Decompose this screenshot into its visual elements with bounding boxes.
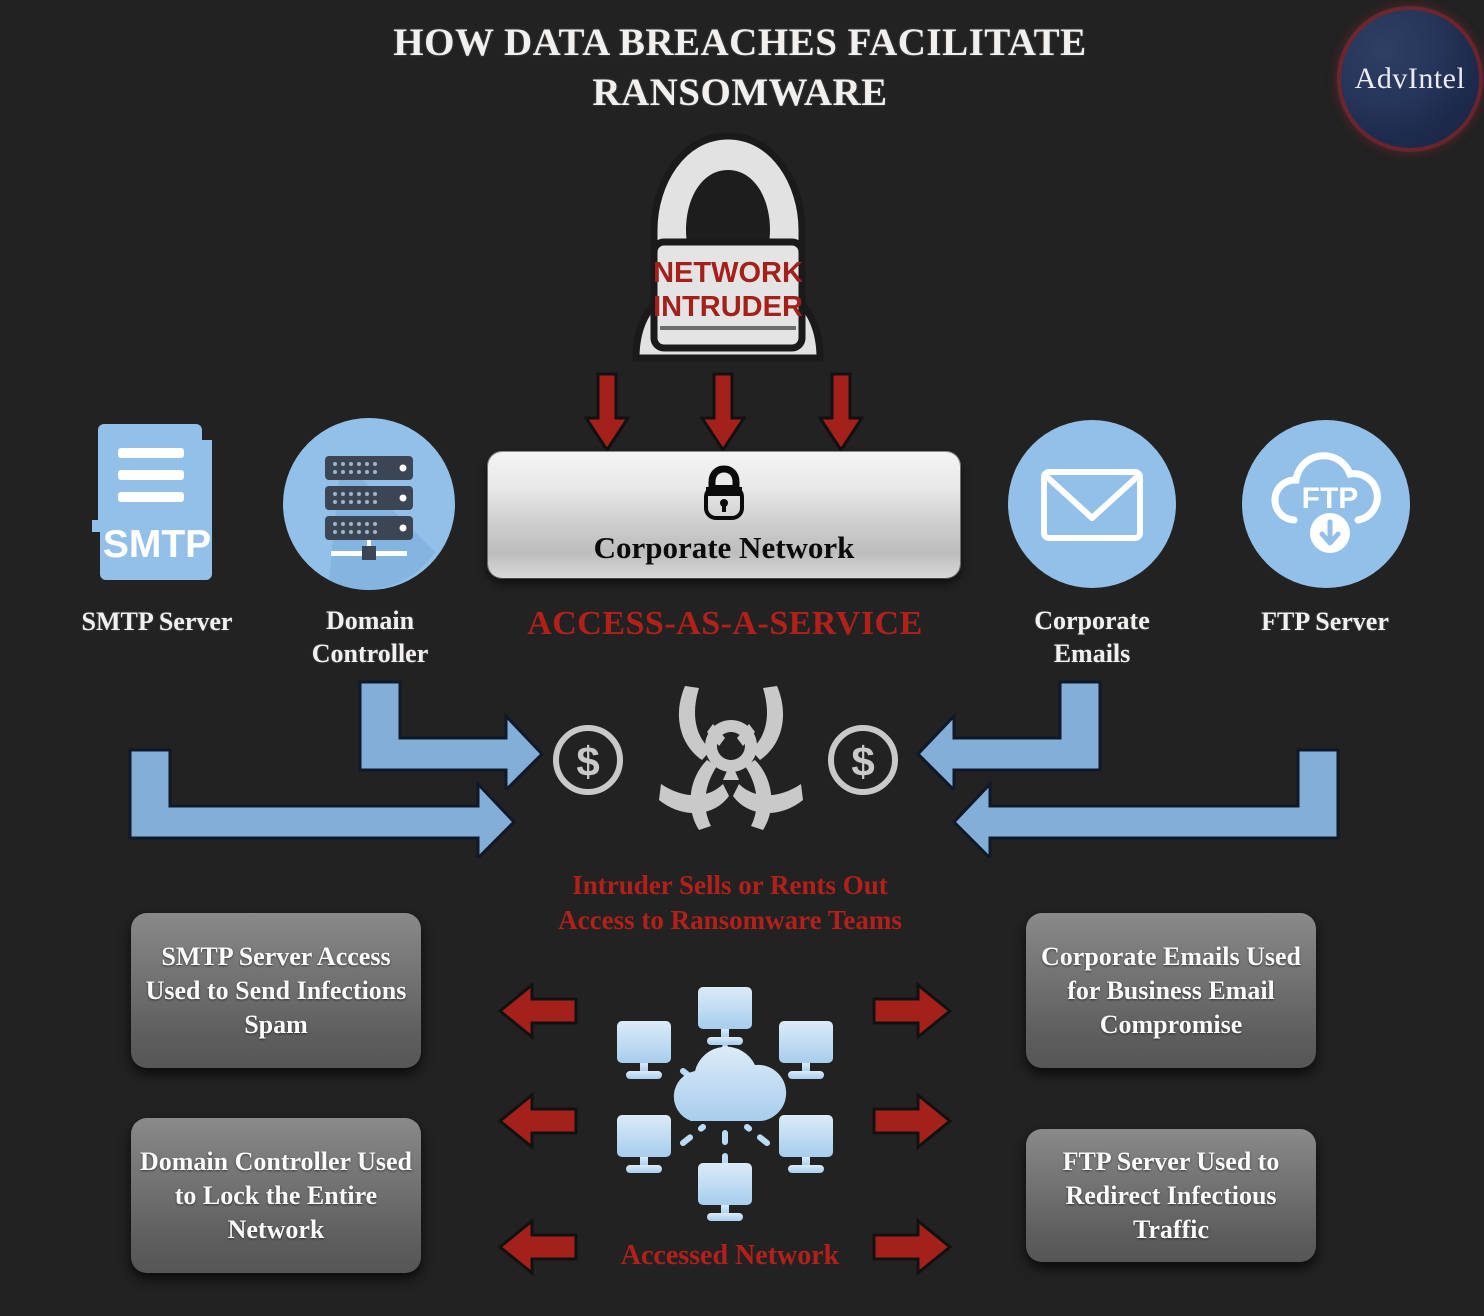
marketplace-caption-line2: Access to Ransomware Teams [558,905,902,935]
flow-arrow-smtp-server [128,748,517,863]
outcome-box-corporate-emails[interactable]: Corporate Emails Used for Business Email… [1026,913,1316,1068]
svg-text:SMTP: SMTP [103,523,211,566]
dollar-coin-left-icon: $ [551,723,625,797]
ftp-server-label: FTP Server [1261,607,1389,636]
outcome-box-smtp-text: SMTP Server Access Used to Send Infectio… [145,941,407,1039]
biohazard-icon [655,680,807,832]
network-intruder-icon: NETWORK INTRUDER [620,126,836,364]
outcome-box-corporate-emails-text: Corporate Emails Used for Business Email… [1041,941,1301,1039]
marketplace-caption-line1: Intruder Sells or Rents Out [572,870,888,900]
smtp-server-label: SMTP Server [81,607,233,636]
outcome-arrow-left-top-icon [497,981,578,1041]
svg-text:FTP: FTP [1302,482,1359,515]
corporate-network-box[interactable]: Corporate Network [488,452,960,578]
server-rack-icon [283,418,455,590]
advintel-logo-text: AdvIntel [1354,62,1466,95]
domain-controller-label: Domain Controller [270,604,470,670]
arrow-down-left-icon [583,372,631,457]
corporate-network-label: Corporate Network [593,529,855,565]
page-title-line1: HOW DATA BREACHES FACILITATE [393,21,1087,64]
infographic-canvas: HOW DATA BREACHES FACILITATE RANSOMWARE … [0,0,1484,1316]
access-as-a-service-label: ACCESS-AS-A-SERVICE [527,605,923,642]
corporate-emails-label-line1: Corporate [1034,606,1150,635]
corporate-emails-label: Corporate Emails [990,604,1194,670]
domain-controller-label-line1: Domain [325,606,415,635]
advintel-logo: AdvIntel [1337,6,1483,152]
outcome-box-domain-controller[interactable]: Domain Controller Used to Lock the Entir… [131,1118,421,1273]
dollar-coin-right-icon: $ [826,723,900,797]
cloud-network-icon [595,975,855,1230]
intruder-label-line2: INTRUDER [653,291,803,323]
ftp-cloud-download-icon: FTP [1242,420,1410,588]
smtp-file-icon: SMTP [90,424,224,584]
envelope-icon [1008,420,1176,588]
outcome-box-smtp[interactable]: SMTP Server Access Used to Send Infectio… [131,913,421,1068]
intruder-label-line1: NETWORK [653,257,803,289]
page-title-line2: RANSOMWARE [592,71,888,114]
arrow-down-center-icon [699,372,747,457]
marketplace-caption: Intruder Sells or Rents Out Access to Ra… [450,868,1010,938]
outcome-box-domain-controller-text: Domain Controller Used to Lock the Entir… [139,1146,413,1244]
outcome-arrow-left-mid-icon [497,1091,578,1151]
arrow-down-right-icon [817,372,865,457]
flow-arrow-ftp-server [951,748,1340,863]
svg-text:$: $ [851,738,874,785]
svg-text:$: $ [576,738,599,785]
outcome-box-ftp[interactable]: FTP Server Used to Redirect Infectious T… [1026,1129,1316,1262]
padlock-icon [698,464,750,526]
page-title: HOW DATA BREACHES FACILITATE RANSOMWARE [300,18,1180,118]
domain-controller-label-line2: Controller [311,639,429,668]
outcome-arrow-right-mid-icon [872,1091,953,1151]
accessed-network-label: Accessed Network [620,1240,840,1271]
corporate-emails-label-line2: Emails [1053,639,1131,668]
outcome-arrow-right-top-icon [872,981,953,1041]
outcome-box-ftp-text: FTP Server Used to Redirect Infectious T… [1062,1146,1280,1244]
